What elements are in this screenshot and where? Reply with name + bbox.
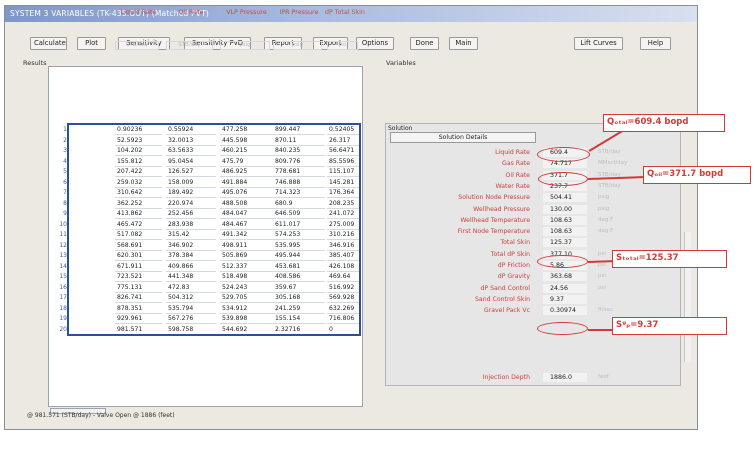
injection-depth-unit: feet — [598, 374, 609, 380]
solution-label: Total dP Skin — [490, 251, 530, 258]
sand-control-skin-connector — [588, 329, 613, 331]
main-button[interactable]: Main — [449, 37, 478, 50]
row-number[interactable]: 11 — [50, 230, 67, 240]
solution-unit: psi — [598, 285, 606, 291]
solution-unit: STB/day — [598, 183, 621, 189]
solution-label: Gravel Pack Vc — [483, 307, 530, 314]
row-number[interactable]: 7 — [50, 188, 67, 198]
row-number[interactable]: 8 — [50, 199, 67, 209]
solution-unit: psig — [598, 206, 610, 212]
unit-label: psig — [291, 42, 304, 48]
unit-label: STB/day — [178, 42, 201, 48]
solution-label: Total Skin — [500, 239, 530, 246]
oil-rate-highlight — [538, 172, 588, 186]
row-number[interactable]: 3 — [50, 146, 67, 156]
row-number[interactable]: 16 — [50, 283, 67, 293]
unit-label: STB/day — [125, 42, 149, 48]
row-number[interactable]: 14 — [50, 262, 67, 272]
solution-label: Wellhead Pressure — [473, 206, 530, 213]
row-number[interactable]: 10 — [50, 220, 67, 230]
help-button[interactable]: Help — [640, 37, 671, 50]
q-total-callout: Qₒₜₐₗ=609.4 bopd — [603, 114, 725, 132]
total-skin-highlight — [537, 255, 588, 268]
solution-label: Liquid Rate — [495, 149, 530, 156]
s-gp-callout: Sᵍₚ=9.37 — [612, 317, 727, 335]
row-number[interactable]: 18 — [50, 304, 67, 314]
solution-unit: psig — [598, 194, 610, 200]
injection-depth-label: Injection Depth — [482, 374, 530, 381]
status-text: @ 981.571 (STB/day) - Valve Open @ 1886 … — [27, 412, 175, 419]
solution-details-tab[interactable]: Solution Details — [390, 132, 536, 143]
solution-label: First Node Temperature — [457, 228, 530, 235]
solution-unit: psi — [598, 262, 606, 268]
solution-value: 130.00 — [543, 205, 587, 214]
sand-control-skin-highlight — [537, 322, 588, 335]
solution-label: dP Sand Control — [480, 285, 530, 292]
unit-label: psi — [338, 42, 347, 48]
plot-button[interactable]: Plot — [77, 37, 106, 50]
row-number[interactable]: 15 — [50, 272, 67, 282]
results-label: Results — [23, 59, 47, 67]
solution-unit: STB/day — [598, 149, 621, 155]
solution-unit: psi — [598, 251, 606, 257]
solution-label: Sand Control Skin — [474, 296, 530, 303]
q-oil-callout: Qₒᵢₗ=371.7 bopd — [643, 166, 751, 184]
ipr-pressure-header: IPR Pressure — [279, 9, 319, 16]
lift-curves-button[interactable]: Lift Curves — [574, 37, 623, 50]
solution-value: 0.30974 — [543, 306, 587, 315]
oil-rate-header: Oil Rate — [178, 9, 204, 16]
options-button[interactable]: Options — [356, 37, 394, 50]
solution-value: 9.37 — [543, 295, 587, 304]
solution-value: 24.56 — [543, 284, 587, 293]
solution-label: Gas Rate — [502, 160, 530, 167]
solution-value: 363.68 — [543, 272, 587, 281]
liquid-rate-highlight — [537, 147, 590, 162]
solution-unit: ft/sec — [598, 307, 614, 313]
done-button[interactable]: Done — [410, 37, 439, 50]
row-number[interactable]: 6 — [50, 178, 67, 188]
solution-label: Oil Rate — [505, 172, 530, 179]
solution-label: dP Friction — [497, 262, 530, 269]
row-number[interactable]: 2 — [50, 136, 67, 146]
row-number[interactable]: 13 — [50, 251, 67, 261]
solution-label: dP Gravity — [497, 273, 530, 280]
row-number[interactable]: 4 — [50, 157, 67, 167]
solution-unit: MMscf/day — [598, 160, 628, 166]
screenshot-page: SYSTEM 3 VARIABLES (TK-435.OUT) (Matched… — [0, 0, 755, 450]
solution-label: Water Rate — [495, 183, 530, 190]
injection-depth-value: 1886.0 — [543, 373, 587, 382]
row-number[interactable]: 20 — [50, 325, 67, 335]
solution-value: 108.63 — [543, 216, 587, 225]
results-selection — [67, 123, 361, 336]
row-number[interactable]: 5 — [50, 167, 67, 177]
row-number[interactable]: 12 — [50, 241, 67, 251]
solution-unit: deg F — [598, 228, 614, 234]
unit-label: psig — [239, 42, 251, 48]
calculate-button[interactable]: Calculate — [30, 37, 67, 50]
solution-label: Wellhead Temperature — [460, 217, 530, 224]
s-total-callout: Sₜₒₜₐₗ=125.37 — [612, 250, 727, 268]
solution-value: 125.37 — [543, 238, 587, 247]
row-number[interactable]: 9 — [50, 209, 67, 219]
vlp-pressure-header: VLP Pressure — [226, 9, 267, 16]
solution-unit: deg F — [598, 217, 614, 223]
row-number[interactable]: 17 — [50, 293, 67, 303]
solution-unit: psi — [598, 273, 606, 279]
liquid-rate-header: Liquid Rate — [120, 9, 157, 16]
row-number[interactable]: 1 — [50, 125, 67, 135]
solution-value: 504.41 — [543, 193, 587, 202]
solution-label: Solution Node Pressure — [458, 194, 530, 201]
row-number[interactable]: 19 — [50, 314, 67, 324]
dp-total-skin-header: dP Total Skin — [325, 9, 365, 16]
solution-value: 108.63 — [543, 227, 587, 236]
solution-title: Solution — [388, 125, 413, 132]
